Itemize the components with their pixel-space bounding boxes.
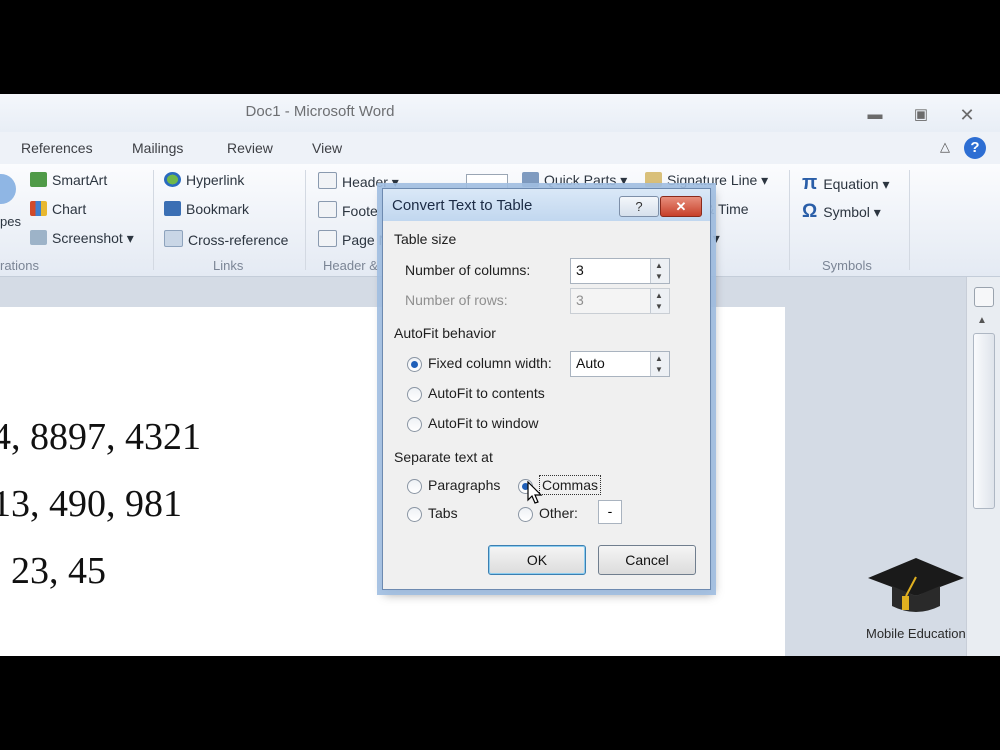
pi-icon: π xyxy=(802,172,818,194)
convert-text-to-table-dialog: Convert Text to Table ? ✕ Table size Num… xyxy=(382,188,711,590)
restore-icon[interactable]: ▣ xyxy=(908,104,934,126)
quick-parts-icon xyxy=(522,172,539,187)
dialog-title-bar: Convert Text to Table ? ✕ xyxy=(383,189,710,221)
other-label[interactable]: Other: xyxy=(539,505,578,521)
chart-button[interactable]: Chart xyxy=(30,201,86,217)
document-line: 13, 490, 981 xyxy=(0,483,182,525)
dialog-help-button[interactable]: ? xyxy=(619,196,659,217)
chart-icon xyxy=(30,201,47,216)
autofit-contents-radio[interactable] xyxy=(407,387,422,402)
group-divider xyxy=(305,170,306,270)
rows-label: Number of rows: xyxy=(405,292,508,308)
other-radio[interactable] xyxy=(518,507,533,522)
paragraphs-label[interactable]: Paragraphs xyxy=(428,477,500,493)
rows-stepper: 3 ▲ ▼ xyxy=(570,288,670,314)
shapes-icon[interactable] xyxy=(0,174,16,204)
close-icon[interactable]: ✕ xyxy=(954,104,980,126)
autofit-contents-label[interactable]: AutoFit to contents xyxy=(428,385,545,401)
vertical-scrollbar[interactable]: ▲ xyxy=(966,277,1000,656)
tabs-radio[interactable] xyxy=(407,507,422,522)
tab-review[interactable]: Review xyxy=(227,140,273,156)
document-line: 4, 8897, 4321 xyxy=(0,416,201,458)
page-number-icon xyxy=(318,230,337,247)
dialog-title: Convert Text to Table xyxy=(392,197,533,214)
date-time-button[interactable]: & Time xyxy=(705,201,749,217)
bookmark-button[interactable]: Bookmark xyxy=(164,201,249,217)
symbol-button[interactable]: Ω Symbol ▾ xyxy=(802,201,881,223)
group-divider xyxy=(909,170,910,270)
separate-heading: Separate text at xyxy=(394,449,493,465)
other-separator-input[interactable]: - xyxy=(598,500,622,524)
signature-line-icon xyxy=(645,172,662,187)
minimize-ribbon-icon[interactable]: △ xyxy=(940,139,950,155)
cross-reference-icon xyxy=(164,230,183,247)
group-symbols: Symbols xyxy=(822,258,872,273)
quick-parts-button[interactable]: Quick Parts ▾ xyxy=(522,172,627,189)
screenshot-icon xyxy=(30,230,47,245)
group-links: Links xyxy=(213,258,244,273)
ribbon-tab-bar: References Mailings Review View △ ? xyxy=(0,132,1000,164)
commas-label[interactable]: Commas xyxy=(539,475,602,495)
logo-label: Mobile Education xyxy=(866,626,966,641)
group-divider xyxy=(153,170,154,270)
hyperlink-icon xyxy=(164,172,181,187)
equation-button[interactable]: π Equation ▾ xyxy=(802,172,890,195)
group-divider xyxy=(789,170,790,270)
table-size-heading: Table size xyxy=(394,231,457,247)
minimize-icon[interactable]: ▬ xyxy=(862,104,888,126)
omega-icon: Ω xyxy=(802,201,818,222)
fixed-width-label[interactable]: Fixed column width: xyxy=(428,355,552,371)
stepper-arrows[interactable]: ▲ ▼ xyxy=(650,352,669,376)
autofit-window-radio[interactable] xyxy=(407,417,422,432)
tabs-label[interactable]: Tabs xyxy=(428,505,458,521)
document-line: , 23, 45 xyxy=(0,550,106,592)
columns-value: 3 xyxy=(576,262,584,278)
screenshot-button[interactable]: Screenshot ▾ xyxy=(30,230,134,247)
tab-view[interactable]: View xyxy=(312,140,342,156)
stepper-arrows[interactable]: ▲ ▼ xyxy=(650,259,669,283)
footer-icon xyxy=(318,201,337,218)
columns-stepper[interactable]: 3 ▲ ▼ xyxy=(570,258,670,284)
fixed-width-value: Auto xyxy=(576,355,605,371)
stepper-arrows: ▲ ▼ xyxy=(650,289,669,313)
header-icon xyxy=(318,172,337,189)
fixed-width-stepper[interactable]: Auto ▲ ▼ xyxy=(570,351,670,377)
help-icon[interactable]: ? xyxy=(964,137,986,159)
page-number-button[interactable]: Page N xyxy=(318,230,389,248)
ok-button[interactable]: OK xyxy=(488,545,586,575)
smartart-button[interactable]: SmartArt xyxy=(30,172,107,188)
scroll-up-icon[interactable]: ▲ xyxy=(977,315,987,326)
group-header-footer: Header & xyxy=(323,258,378,273)
bookmark-icon xyxy=(164,201,181,216)
rows-value: 3 xyxy=(576,292,584,308)
paragraphs-radio[interactable] xyxy=(407,479,422,494)
ruler-toggle-icon[interactable] xyxy=(974,287,994,307)
group-illustrations: rations xyxy=(0,258,40,273)
tab-mailings[interactable]: Mailings xyxy=(132,140,183,156)
tab-references[interactable]: References xyxy=(21,140,93,156)
fixed-width-radio[interactable] xyxy=(407,357,422,372)
footer-button[interactable]: Foote xyxy=(318,201,378,219)
graduation-cap-icon xyxy=(868,558,964,612)
cross-reference-button[interactable]: Cross-reference xyxy=(164,230,288,248)
window-title: Doc1 - Microsoft Word xyxy=(245,103,395,120)
hyperlink-button[interactable]: Hyperlink xyxy=(164,172,244,188)
cancel-button[interactable]: Cancel xyxy=(598,545,696,575)
title-bar: Doc1 - Microsoft Word ▬ ▣ ✕ xyxy=(0,94,1000,132)
columns-label: Number of columns: xyxy=(405,262,531,278)
mouse-cursor-icon xyxy=(527,481,543,504)
autofit-window-label[interactable]: AutoFit to window xyxy=(428,415,539,431)
autofit-heading: AutoFit behavior xyxy=(394,325,496,341)
smartart-icon xyxy=(30,172,47,187)
shapes-partial-label: pes xyxy=(0,214,21,229)
scrollbar-thumb[interactable] xyxy=(973,333,995,509)
dialog-close-button[interactable]: ✕ xyxy=(660,196,702,217)
signature-line-button[interactable]: Signature Line ▾ xyxy=(645,172,768,189)
